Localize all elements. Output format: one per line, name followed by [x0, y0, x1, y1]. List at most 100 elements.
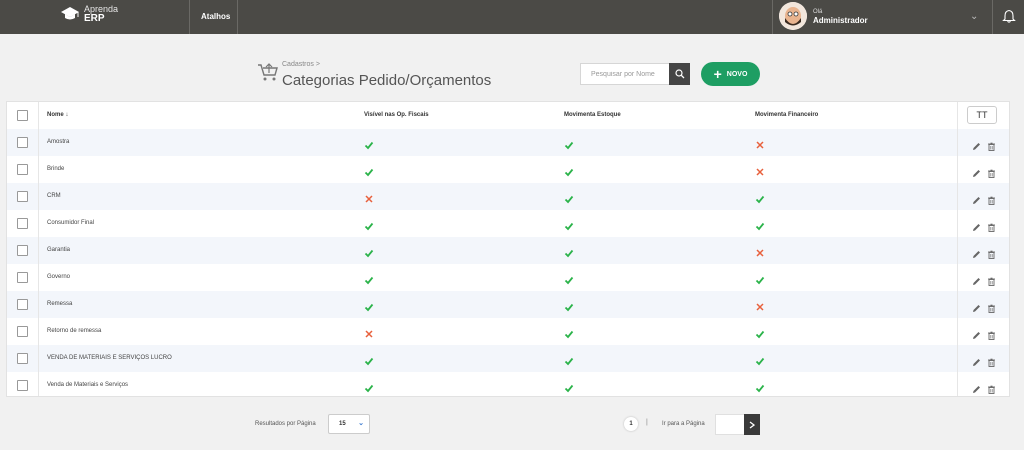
search-button[interactable]	[669, 63, 690, 85]
check-icon	[364, 353, 374, 366]
column-header-visible-fiscal[interactable]: Visível nas Op. Fiscais	[364, 112, 429, 118]
row-name: Garantia	[47, 247, 71, 253]
cross-icon	[364, 191, 374, 203]
check-icon	[564, 218, 574, 231]
table-row[interactable]: Garantia	[7, 237, 1009, 264]
user-avatar-icon	[779, 2, 807, 30]
table-row[interactable]: Amostra	[7, 129, 1009, 156]
new-button[interactable]: + NOVO	[701, 62, 760, 86]
check-icon	[755, 218, 765, 231]
table-row[interactable]: Governo	[7, 264, 1009, 291]
row-checkbox[interactable]	[17, 380, 28, 391]
shortcuts-menu[interactable]: Atalhos	[201, 12, 230, 21]
trash-icon[interactable]	[987, 246, 996, 259]
check-icon	[364, 380, 374, 393]
check-icon	[755, 380, 765, 393]
user-menu[interactable]: Olá Administrador	[779, 2, 868, 30]
columns-config-button[interactable]: TT	[967, 106, 997, 124]
row-checkbox[interactable]	[17, 326, 28, 337]
divider	[772, 0, 773, 34]
trash-icon[interactable]	[987, 327, 996, 340]
per-page-label: Resultados por Página	[255, 421, 316, 427]
bell-icon[interactable]	[1002, 9, 1016, 23]
cross-icon	[755, 299, 765, 311]
check-icon	[564, 272, 574, 285]
trash-icon[interactable]	[987, 138, 996, 151]
new-button-label: NOVO	[726, 70, 748, 78]
table-row[interactable]: CRM	[7, 183, 1009, 210]
trash-icon[interactable]	[987, 165, 996, 178]
pencil-icon[interactable]	[972, 354, 981, 366]
check-icon	[364, 137, 374, 150]
row-checkbox[interactable]	[17, 299, 28, 310]
row-name: Consumidor Final	[47, 220, 95, 226]
column-header-moves-stock[interactable]: Movimenta Estoque	[564, 112, 621, 118]
table-row[interactable]: Venda de Materiais e Serviços	[7, 372, 1009, 399]
search-input[interactable]	[580, 63, 669, 85]
check-icon	[564, 191, 574, 204]
per-page-value: 15	[339, 421, 346, 427]
pencil-icon[interactable]	[972, 273, 981, 285]
search-icon	[674, 69, 684, 79]
row-name: CRM	[47, 193, 61, 199]
brand-line2: ERP	[84, 13, 105, 24]
pencil-icon[interactable]	[972, 219, 981, 231]
row-checkbox[interactable]	[17, 272, 28, 283]
plus-icon: +	[713, 66, 722, 82]
cross-icon	[755, 164, 765, 176]
pencil-icon[interactable]	[972, 138, 981, 150]
cross-icon	[755, 137, 765, 149]
table-row[interactable]: Consumidor Final	[7, 210, 1009, 237]
check-icon	[364, 245, 374, 258]
trash-icon[interactable]	[987, 219, 996, 232]
search-box	[580, 63, 690, 85]
pencil-icon[interactable]	[972, 192, 981, 204]
cross-icon	[364, 326, 374, 338]
trash-icon[interactable]	[987, 300, 996, 313]
pencil-icon[interactable]	[972, 165, 981, 177]
row-name: Remessa	[47, 301, 73, 307]
user-name: Administrador	[813, 15, 868, 25]
row-checkbox[interactable]	[17, 218, 28, 229]
table-row[interactable]: Brinde	[7, 156, 1009, 183]
pencil-icon[interactable]	[972, 246, 981, 258]
table-row[interactable]: Remessa	[7, 291, 1009, 318]
pencil-icon[interactable]	[972, 327, 981, 339]
goto-page-button[interactable]	[744, 414, 760, 435]
row-checkbox[interactable]	[17, 137, 28, 148]
cart-icon	[258, 63, 278, 81]
goto-page-input[interactable]	[715, 414, 744, 435]
per-page-select[interactable]: 15 ⌄	[328, 414, 370, 434]
pencil-icon[interactable]	[972, 381, 981, 393]
check-icon	[564, 245, 574, 258]
pencil-icon[interactable]	[972, 300, 981, 312]
chevron-down-icon[interactable]: ⌄	[970, 11, 978, 22]
page-title: Categorias Pedido/Orçamentos	[282, 72, 492, 89]
row-name: Brinde	[47, 166, 65, 172]
chevron-right-icon	[749, 420, 755, 429]
select-all-checkbox[interactable]	[17, 110, 28, 121]
check-icon	[364, 218, 374, 231]
row-checkbox[interactable]	[17, 353, 28, 364]
check-icon	[564, 326, 574, 339]
breadcrumb[interactable]: Cadastros >	[282, 61, 320, 68]
brand-logo[interactable]: Aprenda ERP	[60, 4, 118, 24]
table-row[interactable]: Retorno de remessa	[7, 318, 1009, 345]
check-icon	[755, 191, 765, 204]
trash-icon[interactable]	[987, 273, 996, 286]
row-name: Governo	[47, 274, 71, 280]
trash-icon[interactable]	[987, 381, 996, 394]
current-page-button[interactable]: 1	[624, 417, 638, 431]
column-header-name[interactable]: Nome ↓	[47, 112, 68, 118]
trash-icon[interactable]	[987, 192, 996, 205]
graduation-cap-icon	[61, 7, 79, 20]
trash-icon[interactable]	[987, 354, 996, 367]
row-name: Venda de Materiais e Serviços	[47, 382, 129, 388]
column-header-moves-finance[interactable]: Movimenta Financeiro	[755, 112, 818, 118]
row-checkbox[interactable]	[17, 245, 28, 256]
row-checkbox[interactable]	[17, 164, 28, 175]
row-name: VENDA DE MATERIAIS E SERVIÇOS LUCRO	[47, 355, 172, 361]
check-icon	[564, 353, 574, 366]
table-row[interactable]: VENDA DE MATERIAIS E SERVIÇOS LUCRO	[7, 345, 1009, 372]
row-checkbox[interactable]	[17, 191, 28, 202]
